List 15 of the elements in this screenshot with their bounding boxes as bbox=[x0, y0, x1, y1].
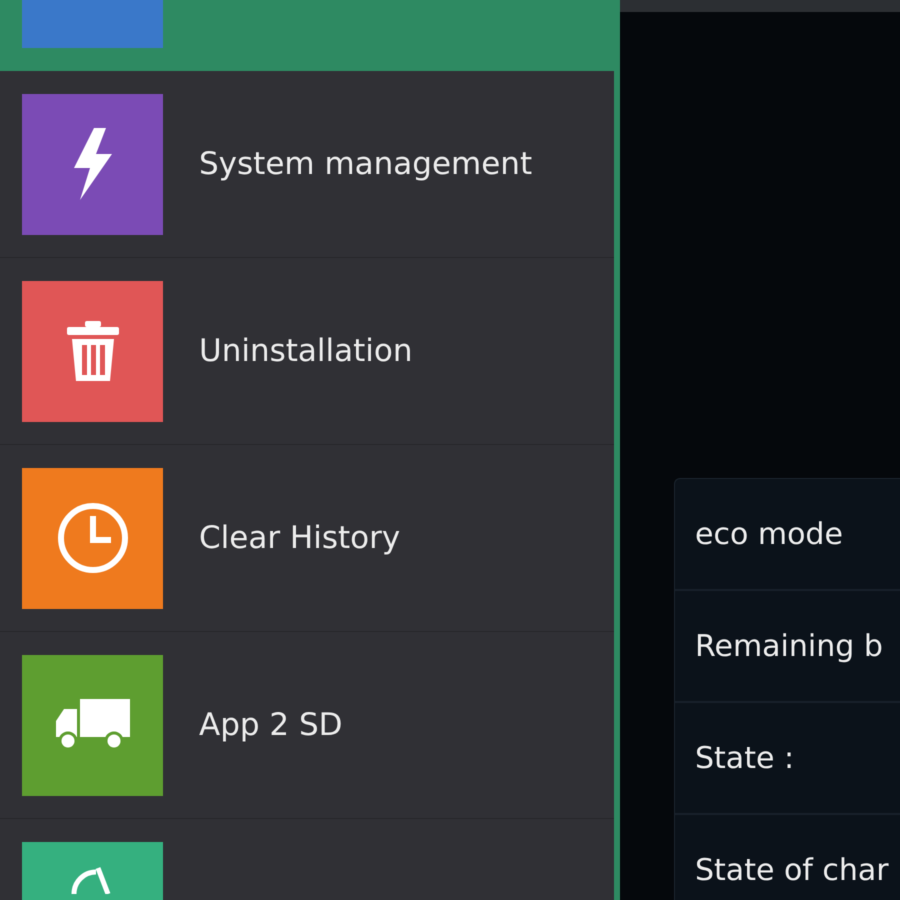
info-label: State of char bbox=[695, 852, 889, 888]
menu-item[interactable]: App 2 SD bbox=[0, 632, 614, 819]
clock-icon bbox=[56, 502, 128, 574]
info-label: State : bbox=[695, 740, 794, 776]
menu-item[interactable]: Clear History bbox=[0, 445, 614, 632]
menu-item-label: Clear History bbox=[199, 520, 400, 556]
info-label: eco mode bbox=[695, 516, 843, 552]
menu-item-label: App 2 SD bbox=[199, 707, 343, 743]
menu-item[interactable]: System management bbox=[0, 71, 614, 258]
menu-item-label: System management bbox=[199, 146, 532, 182]
info-label: Remaining b bbox=[695, 628, 883, 664]
menu-item[interactable]: Uninstallation bbox=[0, 258, 614, 445]
lightning-bolt-icon bbox=[72, 128, 114, 200]
trash-can-icon bbox=[66, 321, 118, 381]
menu-item-label: Uninstallation bbox=[199, 333, 413, 369]
